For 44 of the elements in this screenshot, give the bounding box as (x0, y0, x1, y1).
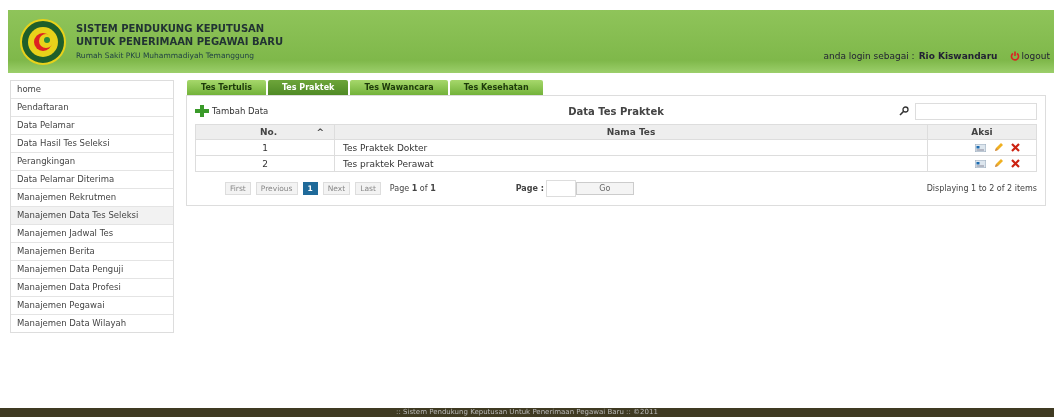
logo-icon (20, 18, 66, 65)
app-title: SISTEM PENDUKUNG KEPUTUSAN (76, 23, 266, 34)
table-cell: Tes Praktek Dokter (334, 139, 928, 156)
go-button[interactable]: Go (575, 182, 634, 195)
search-field[interactable] (915, 102, 1037, 120)
sidebar-item[interactable]: Manajemen Pegawai (11, 297, 173, 315)
tab[interactable]: Tes Wawancara (350, 80, 448, 95)
sidebar-item[interactable]: Manajemen Data Penguji (11, 261, 173, 279)
delete-icon[interactable] (1011, 143, 1020, 152)
table-cell: 1 (195, 139, 335, 156)
column-header[interactable]: No. ^ (195, 124, 335, 140)
page-label: Page : (515, 184, 544, 193)
plus-icon (195, 105, 209, 117)
sidebar-item[interactable]: Manajemen Data Profesi (11, 279, 173, 297)
tab[interactable]: Tes Tertulis (187, 80, 266, 95)
sidebar-item[interactable]: Manajemen Data Wilayah (11, 315, 173, 332)
user-name: Rio Kiswandaru (918, 51, 998, 61)
sidebar-item[interactable]: Perangkingan (11, 153, 173, 171)
sidebar-item[interactable]: Data Hasil Tes Seleksi (11, 135, 173, 153)
table-cell: 2 (195, 155, 335, 172)
search-icon (899, 106, 909, 116)
delete-icon[interactable] (1011, 159, 1020, 168)
table-cell: Tes praktek Perawat (334, 155, 928, 172)
column-header: Aksi (927, 124, 1037, 140)
sidebar-item[interactable]: Manajemen Berita (11, 243, 173, 261)
sidebar-item[interactable]: Pendaftaran (11, 99, 173, 117)
column-header[interactable]: Nama Tes (334, 124, 928, 140)
detail-card-icon[interactable] (975, 143, 986, 152)
detail-card-icon[interactable] (975, 159, 986, 168)
sidebar-item[interactable]: Manajemen Jadwal Tes (11, 225, 173, 243)
page-field[interactable] (545, 180, 576, 197)
grid-title: Data Tes Praktek (567, 105, 665, 117)
items-info: Displaying 1 to 2 of 2 items (926, 184, 1037, 193)
app-title: UNTUK PENERIMAAN PEGAWAI BARU (76, 36, 284, 47)
tab[interactable]: Tes Kesehatan (449, 80, 543, 95)
logout-link[interactable]: logout (1009, 51, 1050, 61)
sidebar-item[interactable]: home (11, 81, 173, 99)
power-icon (1009, 51, 1020, 61)
login-label: anda login sebagai : (823, 51, 915, 61)
page-count: Page 1 of 1 (389, 184, 436, 193)
add-data-button[interactable]: Tambah Data (195, 105, 395, 117)
sidebar-item[interactable]: Manajemen Data Tes Seleksi (11, 207, 173, 225)
sidebar-item[interactable]: Data Pelamar (11, 117, 173, 135)
sidebar-item[interactable]: Data Pelamar Diterima (11, 171, 173, 189)
